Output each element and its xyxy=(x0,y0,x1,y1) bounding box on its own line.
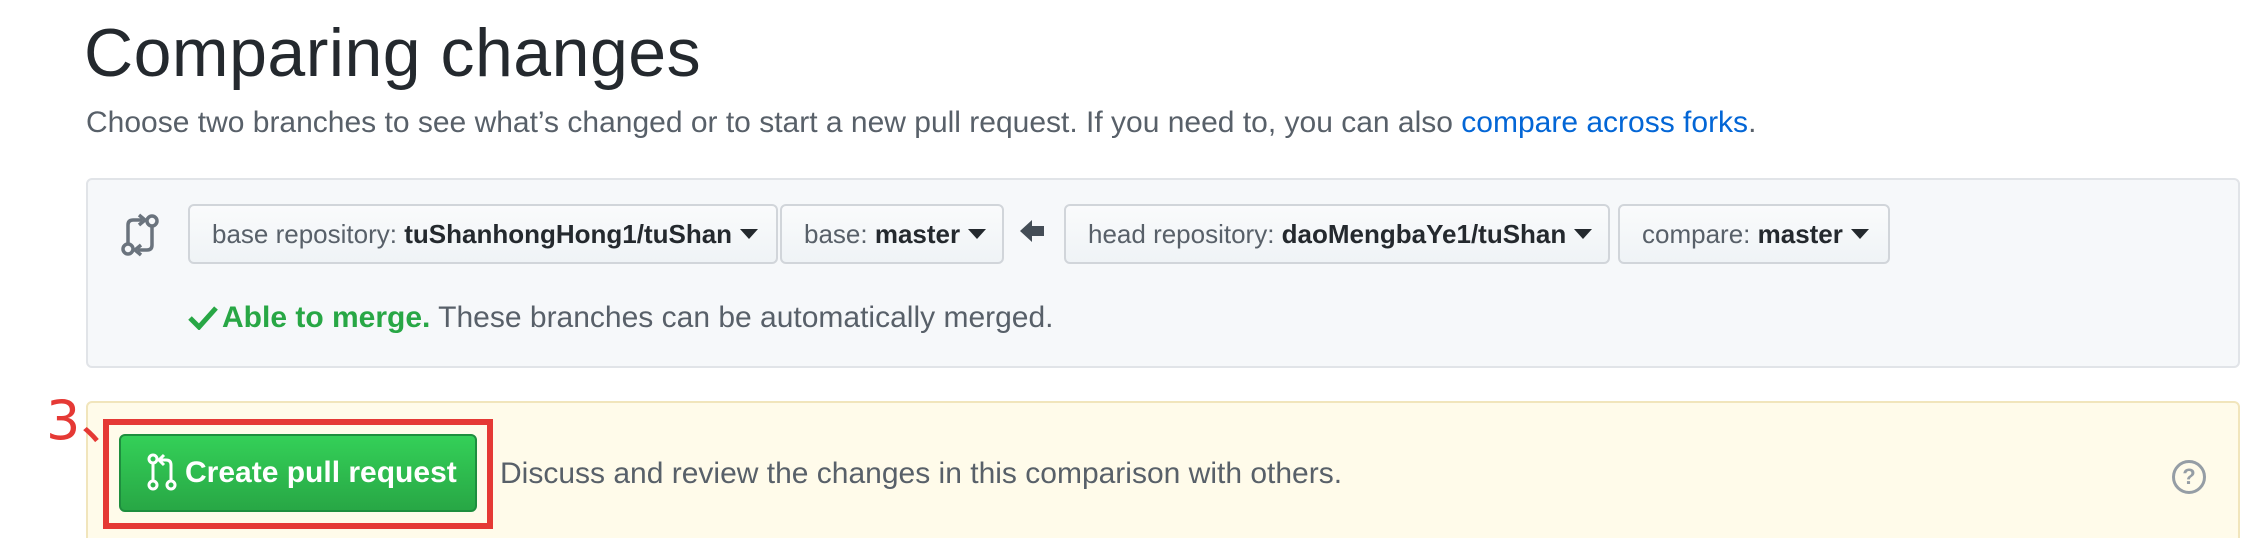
subtitle-text: Choose two branches to see what’s change… xyxy=(86,106,1462,139)
base-branch-value: master xyxy=(874,219,961,249)
base-repository-value: tuShanhongHong1/tuShan xyxy=(404,219,733,249)
range-editor: base repository: tuShanhongHong1/tuShan … xyxy=(86,178,2240,368)
merge-status: Able to merge. These branches can be aut… xyxy=(188,296,1054,340)
page-subtitle: Choose two branches to see what’s change… xyxy=(86,101,1756,145)
compare-across-forks-link[interactable]: compare across forks xyxy=(1461,106,1748,139)
caret-down-icon xyxy=(968,229,987,239)
base-branch-select[interactable]: base: master xyxy=(780,204,1004,264)
base-repository-label: base repository: xyxy=(212,219,405,249)
head-repository-select[interactable]: head repository: daoMengbaYe1/tuShan xyxy=(1064,204,1610,264)
compare-branch-select[interactable]: compare: master xyxy=(1618,204,1890,264)
caret-down-icon xyxy=(1574,229,1593,239)
caret-down-icon xyxy=(740,229,759,239)
git-compare-icon xyxy=(121,213,159,257)
head-repository-label: head repository: xyxy=(1088,219,1282,249)
arrow-left-icon xyxy=(1020,220,1044,242)
base-repository-select[interactable]: base repository: tuShanhongHong1/tuShan xyxy=(188,204,778,264)
head-repository-value: daoMengbaYe1/tuShan xyxy=(1281,219,1567,249)
merge-status-text: These branches can be automatically merg… xyxy=(430,301,1054,334)
page-title: Comparing changes xyxy=(84,15,702,91)
question-circle-icon[interactable]: ? xyxy=(2172,460,2206,494)
compare-page: Comparing changes Choose two branches to… xyxy=(0,0,2250,538)
base-branch-label: base: xyxy=(804,219,875,249)
merge-status-ok: Able to merge. xyxy=(222,301,431,334)
check-icon xyxy=(188,306,218,330)
caret-down-icon xyxy=(1850,229,1869,239)
compare-branch-value: master xyxy=(1757,219,1843,249)
highlight-box xyxy=(103,419,493,529)
compare-branch-label: compare: xyxy=(1642,219,1758,249)
subtitle-end: . xyxy=(1748,106,1757,139)
pull-request-description: Discuss and review the changes in this c… xyxy=(500,457,1343,490)
